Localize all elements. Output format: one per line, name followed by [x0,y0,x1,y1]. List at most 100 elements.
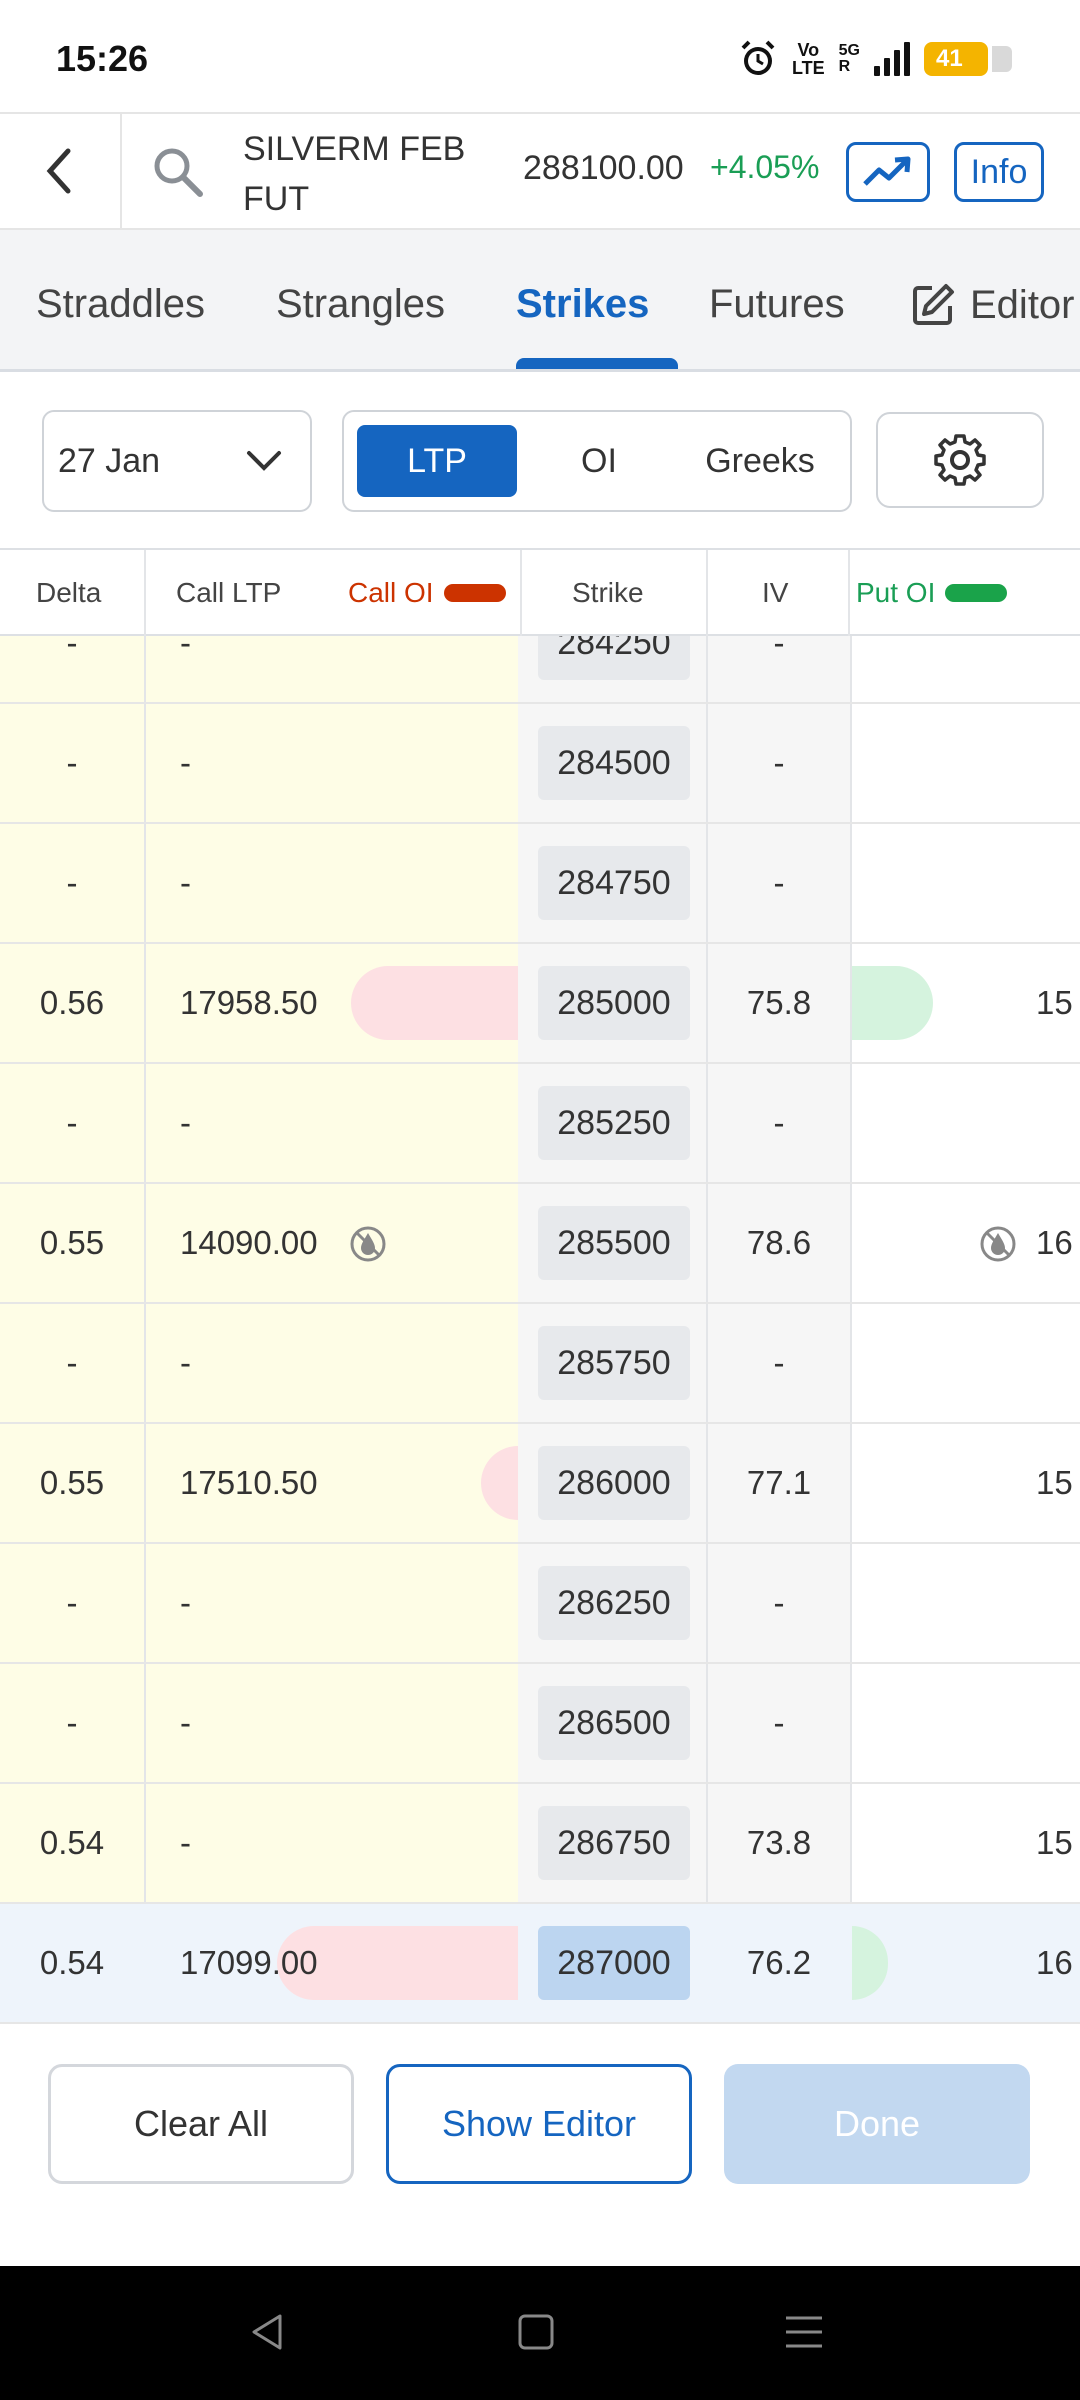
nav-menu-icon[interactable] [780,2308,828,2356]
strike-cell[interactable]: 284750 [538,846,690,920]
strike-cell[interactable]: 286000 [538,1446,690,1520]
system-nav-bar [0,2266,1080,2400]
info-button[interactable]: Info [954,142,1044,202]
table-row[interactable]: 0.56 17958.50 285000 75.8 15 [0,944,1080,1064]
status-bar: 15:26 Vo LTE 5G R 41 [0,0,1080,112]
status-time: 15:26 [56,38,149,79]
mode-greeks[interactable]: Greeks [680,425,840,497]
iv-cell: 76.2 [746,1944,812,1981]
table-row[interactable]: - - 284250 - [0,636,1080,704]
mode-oi[interactable]: OI [524,425,674,497]
call-ltp-cell: - [180,1704,191,1741]
tab-bar: Straddles Strangles Strikes Futures Edit… [0,230,1080,372]
header-divider [520,550,522,636]
view-mode-toggle: LTP OI Greeks [342,410,852,512]
strike-cell[interactable]: 285000 [538,966,690,1040]
call-oi-legend [443,584,506,602]
settings-button[interactable] [876,412,1044,508]
tab-futures[interactable]: Futures [709,282,845,327]
table-row[interactable]: 0.54 - 286750 73.8 15 [0,1784,1080,1904]
strike-cell[interactable]: 285750 [538,1326,690,1400]
symbol-line1: SILVERM FEB [243,130,466,168]
iv-cell: - [773,744,785,781]
strike-cell[interactable]: 285500 [538,1206,690,1280]
iv-cell: 75.8 [746,984,812,1021]
chevron-left-icon [46,148,71,194]
table-body: - - 284250 - - - 284500 - - - 284750 - 0.56 17958.50 2… [0,636,1080,2024]
table-row[interactable]: - - 284500 - [0,704,1080,824]
call-oi-bar [481,1446,518,1520]
tab-editor[interactable]: Editor [910,282,1075,328]
symbol-line2: FUT [243,180,310,218]
header-put-oi-label: Put OI [856,577,936,608]
search-icon[interactable] [150,144,206,200]
option-chain-table[interactable]: Delta Call LTP Call OI Strike IV Put OI … [0,548,1080,2024]
call-ltp-cell: - [180,1344,191,1381]
network-label: 5G [838,42,860,59]
table-row[interactable]: 0.55 17510.50 286000 77.1 15 [0,1424,1080,1544]
iv-cell: 73.8 [746,1824,812,1861]
tab-strangles[interactable]: Strangles [276,282,445,327]
header-divider [706,550,708,636]
iv-cell: - [773,864,785,901]
call-ltp-cell: - [180,636,191,661]
instrument-price: 288100.00 [523,149,684,187]
bottom-actions: Clear All Show Editor Done [0,2024,1080,2266]
nav-home-icon[interactable] [512,2308,560,2356]
iv-cell: 78.6 [746,1224,812,1261]
table-row[interactable]: - - 284750 - [0,824,1080,944]
mode-ltp[interactable]: LTP [357,425,517,497]
delta-cell: - [66,1584,78,1621]
alarm-icon [741,40,775,75]
put-oi-bar [852,966,933,1040]
table-row[interactable]: - - 285750 - [0,1304,1080,1424]
strike-cell[interactable]: 284500 [538,726,690,800]
delta-cell: - [66,864,78,901]
chart-button[interactable] [846,142,930,202]
instrument-symbol[interactable]: SILVERM FEB FUT [243,124,493,224]
strike-cell[interactable]: 285250 [538,1086,690,1160]
header-delta: Delta [36,577,102,608]
call-ltp-cell: - [180,864,191,901]
strike-cell[interactable]: 286500 [538,1686,690,1760]
header-put-oi: Put OI [856,550,1008,636]
strike-cell[interactable]: 284250 [538,636,690,680]
status-icons: Vo LTE 5G R 41 [738,36,1012,82]
no-liquidity-icon [348,1224,388,1264]
expiry-dropdown[interactable]: 27 Jan [42,410,312,512]
table-row[interactable]: 0.54 17099.00 287000 76.2 16 [0,1904,1080,2024]
table-row[interactable]: 0.55 14090.00 285500 78.6 16 [0,1184,1080,1304]
gear-icon [934,434,986,486]
put-oi-legend [945,584,1008,602]
chevron-down-icon [247,451,281,471]
table-header: Delta Call LTP Call OI Strike IV Put OI [0,548,1080,636]
show-editor-button[interactable]: Show Editor [386,2064,692,2184]
nav-back-icon[interactable] [244,2308,292,2356]
header-call-oi: Call OI [348,550,506,636]
strike-cell[interactable]: 287000 [538,1926,690,2000]
delta-cell: - [66,744,78,781]
clear-all-button[interactable]: Clear All [48,2064,354,2184]
header-call-ltp: Call LTP [176,577,282,608]
table-row[interactable]: - - 286250 - [0,1544,1080,1664]
iv-cell: 77.1 [746,1464,812,1501]
header-iv: IV [762,577,789,608]
strike-cell[interactable]: 286750 [538,1806,690,1880]
delta-cell: - [66,636,78,661]
tab-editor-label: Editor [970,282,1075,327]
iv-cell: - [773,636,785,661]
volte-icon: Vo LTE [792,41,825,77]
tab-straddles[interactable]: Straddles [36,282,205,327]
strike-cell[interactable]: 286250 [538,1566,690,1640]
call-ltp-cell: 14090.00 [180,1224,318,1261]
table-row[interactable]: - - 286500 - [0,1664,1080,1784]
controls-row: 27 Jan LTP OI Greeks [0,372,1080,548]
table-row[interactable]: - - 285250 - [0,1064,1080,1184]
done-button[interactable]: Done [724,2064,1030,2184]
volte-bottom: LTE [791,58,825,78]
active-tab-indicator [516,358,678,369]
delta-cell: - [66,1344,78,1381]
tab-strikes[interactable]: Strikes [516,282,649,327]
back-button[interactable] [0,114,122,228]
network-sub: R [838,58,851,75]
